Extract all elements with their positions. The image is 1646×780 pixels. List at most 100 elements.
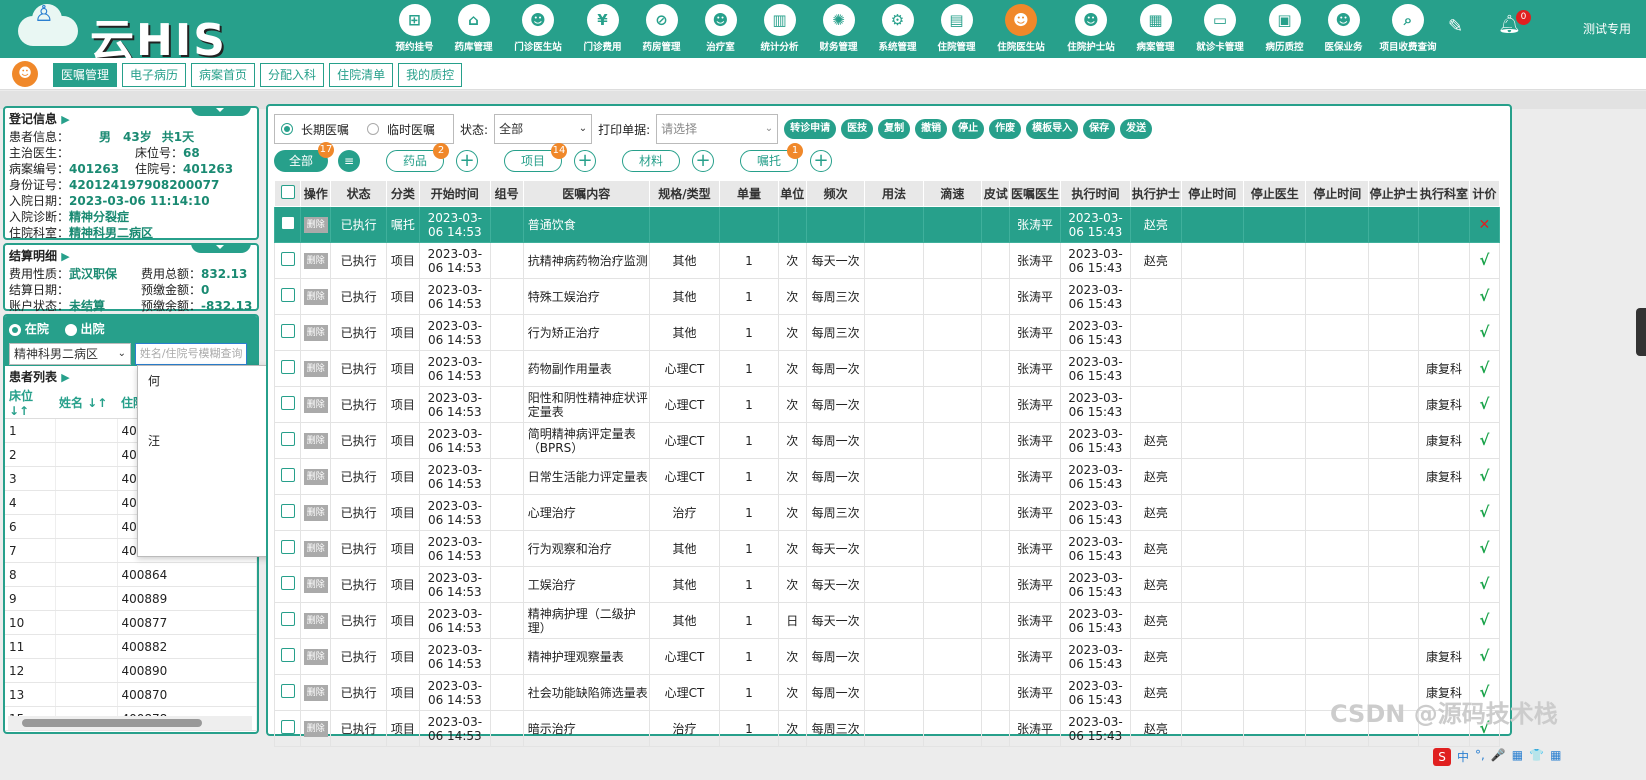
delete-button[interactable]: 删除 bbox=[303, 253, 328, 269]
nav-item[interactable]: ⚙ 系统管理 bbox=[868, 4, 927, 56]
toolbar-button[interactable]: 模板导入 bbox=[1026, 119, 1079, 139]
ime-icon[interactable]: 🎤 bbox=[1491, 748, 1506, 766]
nav-item[interactable]: ⌂ 药库管理 bbox=[444, 4, 503, 56]
row-checkbox[interactable] bbox=[280, 468, 295, 482]
delete-button[interactable]: 删除 bbox=[303, 685, 328, 701]
order-row[interactable]: 删除 已执行 项目 2023-03-06 14:53 心理治疗 治疗 1 次每周三次 张涛平 20… bbox=[273, 494, 1501, 531]
toolbar-button[interactable]: 撤销 bbox=[915, 119, 948, 139]
row-checkbox[interactable] bbox=[280, 540, 295, 554]
nav-item[interactable]: ▭ 就诊卡管理 bbox=[1185, 4, 1255, 56]
patient-row[interactable]: 10 400877 bbox=[5, 610, 257, 635]
ime-icon[interactable]: 👕 bbox=[1529, 748, 1544, 766]
order-row[interactable]: 删除 已执行 项目 2023-03-06 14:53 阳性和阴性精神症状评定量表 心理CT… bbox=[273, 386, 1501, 423]
sub-tab[interactable]: 我的质控 bbox=[398, 63, 463, 87]
delete-button[interactable]: 删除 bbox=[303, 613, 328, 629]
row-checkbox[interactable] bbox=[280, 684, 295, 698]
collapse-tab[interactable] bbox=[191, 106, 251, 116]
ime-icon[interactable]: 中 bbox=[1457, 748, 1469, 766]
print-select[interactable]: 请选择 ⌄ bbox=[656, 114, 779, 144]
horizontal-scrollbar[interactable] bbox=[8, 716, 252, 730]
ward-select[interactable]: 精神科男二病区 ⌄ bbox=[9, 343, 131, 365]
order-row[interactable]: 删除 已执行 项目 2023-03-06 14:53 工娱治疗 其他 1 次每天一次 张涛平 20… bbox=[273, 566, 1501, 603]
toolbar-button[interactable]: 发送 bbox=[1120, 119, 1153, 139]
order-row[interactable]: 删除 已执行 嘱托 2023-03-06 14:53 普通饮食 张涛平 2023-03-06… bbox=[273, 206, 1501, 243]
add-material-icon[interactable]: + bbox=[692, 150, 715, 172]
order-row[interactable]: 删除 已执行 项目 2023-03-06 14:53 暗示治疗 治疗 1 次每周三次 张涛平 20… bbox=[273, 710, 1501, 747]
category-item-button[interactable]: 项目 14 bbox=[504, 143, 568, 172]
user-name[interactable]: 测试专用 bbox=[1583, 20, 1631, 37]
order-row[interactable]: 删除 已执行 项目 2023-03-06 14:53 特殊工娱治疗 其他 1 次每周三次 张涛平… bbox=[273, 278, 1501, 315]
col-name[interactable]: 姓名 ↓↑ bbox=[55, 387, 117, 419]
nav-item[interactable]: ☻ 医保业务 bbox=[1314, 4, 1373, 56]
add-drug-icon[interactable]: + bbox=[456, 150, 479, 172]
patient-row[interactable]: 13 400870 bbox=[5, 682, 257, 707]
delete-button[interactable]: 删除 bbox=[303, 469, 328, 485]
long-term-radio[interactable] bbox=[281, 123, 293, 135]
nav-item[interactable]: ⊞ 预约挂号 bbox=[385, 4, 444, 56]
delete-button[interactable]: 删除 bbox=[303, 721, 328, 737]
delete-button[interactable]: 删除 bbox=[303, 361, 328, 377]
side-handle[interactable] bbox=[1636, 308, 1646, 356]
row-checkbox[interactable] bbox=[280, 252, 295, 266]
delete-button[interactable]: 删除 bbox=[303, 325, 328, 341]
sub-tab[interactable]: 医嘱管理 bbox=[53, 63, 118, 87]
sub-tab[interactable]: 住院清单 bbox=[329, 63, 394, 87]
col-bed[interactable]: 床位 ↓↑ bbox=[5, 387, 55, 419]
scroll-thumb[interactable] bbox=[22, 719, 202, 727]
order-row[interactable]: 删除 已执行 项目 2023-03-06 14:53 行为观察和治疗 其他 1 次每天一次 张涛… bbox=[273, 530, 1501, 567]
row-checkbox[interactable] bbox=[280, 576, 295, 590]
row-checkbox[interactable] bbox=[280, 396, 295, 410]
discharged-radio[interactable] bbox=[64, 323, 77, 336]
sub-tab[interactable]: 分配入科 bbox=[260, 63, 325, 87]
nav-item[interactable]: ▣ 病历质控 bbox=[1255, 4, 1314, 56]
patient-row[interactable]: 8 400864 bbox=[5, 562, 257, 587]
order-row[interactable]: 删除 已执行 项目 2023-03-06 14:53 抗精神病药物治疗监测 其他 1 次每天一… bbox=[273, 242, 1501, 279]
list-menu-icon[interactable]: ≡ bbox=[338, 150, 360, 172]
toolbar-button[interactable]: 复制 bbox=[878, 119, 911, 139]
nav-item[interactable]: ⌕ 项目收费查询 bbox=[1373, 4, 1443, 56]
delete-button[interactable]: 删除 bbox=[303, 397, 328, 413]
select-all-checkbox[interactable] bbox=[280, 185, 295, 199]
in-hospital-radio[interactable] bbox=[9, 323, 21, 336]
category-entrust-button[interactable]: 嘱托 1 bbox=[740, 143, 804, 172]
ime-icon[interactable]: ▦ bbox=[1512, 748, 1523, 766]
row-checkbox[interactable] bbox=[280, 324, 295, 338]
delete-button[interactable]: 删除 bbox=[303, 289, 328, 305]
temporary-radio[interactable] bbox=[367, 123, 380, 135]
order-row[interactable]: 删除 已执行 项目 2023-03-06 14:53 日常生活能力评定量表 心理CT 1 次每… bbox=[273, 458, 1501, 495]
toolbar-button[interactable]: 转诊申请 bbox=[784, 119, 837, 139]
delete-button[interactable]: 删除 bbox=[303, 577, 328, 593]
delete-button[interactable]: 删除 bbox=[303, 505, 328, 521]
nav-item[interactable]: ☻ 住院医生站 bbox=[986, 4, 1056, 56]
delete-button[interactable]: 删除 bbox=[303, 217, 328, 233]
order-row[interactable]: 删除 已执行 项目 2023-03-06 14:53 精神护理观察量表 心理CT 1 次每周一… bbox=[273, 638, 1501, 675]
row-checkbox[interactable] bbox=[280, 612, 295, 626]
category-material-button[interactable]: 材料 bbox=[622, 150, 681, 172]
nav-item[interactable]: ▥ 统计分析 bbox=[750, 4, 809, 56]
order-row[interactable]: 删除 已执行 项目 2023-03-06 14:53 药物副作用量表 心理CT 1 次每周一次… bbox=[273, 350, 1501, 387]
status-select[interactable]: 全部 ⌄ bbox=[494, 114, 593, 144]
delete-button[interactable]: 删除 bbox=[303, 541, 328, 557]
delete-button[interactable]: 删除 bbox=[303, 433, 328, 449]
patient-row[interactable]: 12 400890 bbox=[5, 658, 257, 683]
nav-item[interactable]: ▦ 病案管理 bbox=[1126, 4, 1185, 56]
row-checkbox[interactable] bbox=[280, 648, 295, 662]
sub-tab[interactable]: 病案首页 bbox=[191, 63, 256, 87]
add-entrust-icon[interactable]: + bbox=[810, 150, 833, 172]
row-checkbox[interactable] bbox=[280, 432, 295, 446]
toolbar-button[interactable]: 医技 bbox=[841, 119, 874, 139]
nav-item[interactable]: ▤ 住院管理 bbox=[927, 4, 986, 56]
row-checkbox[interactable] bbox=[280, 288, 295, 302]
pencil-icon[interactable]: ✎ bbox=[1448, 16, 1463, 37]
nav-item[interactable]: ☻ 住院护士站 bbox=[1056, 4, 1126, 56]
nav-item[interactable]: ☻ 治疗室 bbox=[691, 4, 750, 56]
nav-item[interactable]: ✺ 财务管理 bbox=[809, 4, 868, 56]
delete-button[interactable]: 删除 bbox=[303, 649, 328, 665]
category-drug-button[interactable]: 药品 2 bbox=[386, 143, 450, 172]
toolbar-button[interactable]: 停止 bbox=[952, 119, 985, 139]
add-item-icon[interactable]: + bbox=[574, 150, 597, 172]
nav-item[interactable]: ¥ 门诊费用 bbox=[573, 4, 632, 56]
collapse-tab[interactable] bbox=[191, 243, 251, 253]
order-row[interactable]: 删除 已执行 项目 2023-03-06 14:53 简明精神病评定量表（BPRS） 心理… bbox=[273, 422, 1501, 459]
category-all-button[interactable]: 全部 17 bbox=[274, 142, 334, 172]
